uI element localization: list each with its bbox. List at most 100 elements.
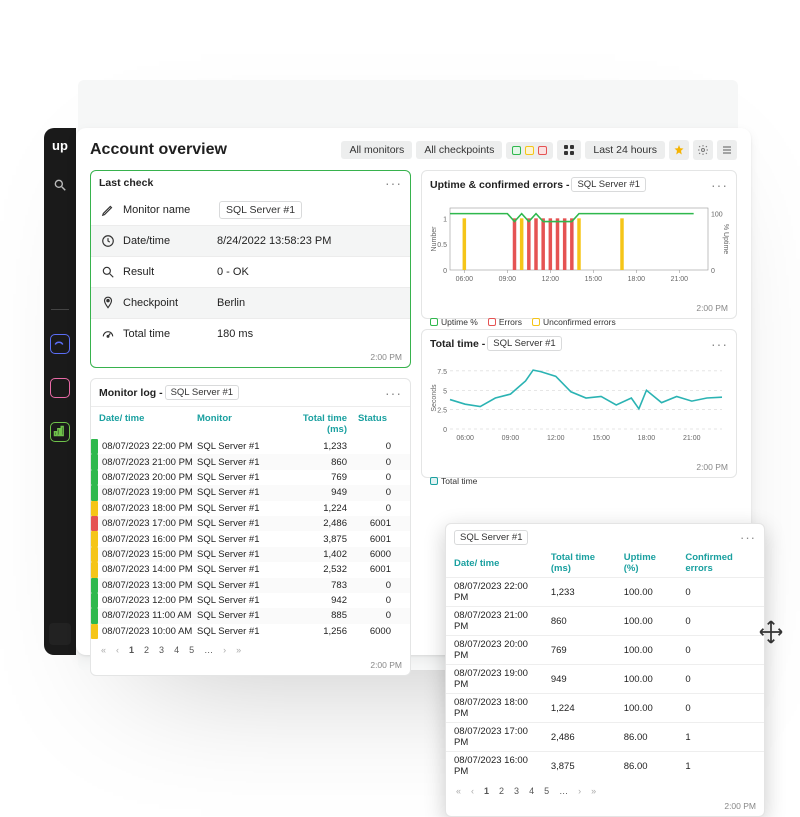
table-row[interactable]: 08/07/2023 12:00 PMSQL Server #19420 <box>91 593 410 608</box>
pager-item[interactable]: › <box>221 645 228 655</box>
table-row[interactable]: 08/07/2023 22:00 PMSQL Server #11,2330 <box>91 439 410 454</box>
card-menu-icon[interactable]: ··· <box>711 340 728 348</box>
card-menu-icon[interactable]: ··· <box>385 179 402 187</box>
monitor-log-card: Monitor log - SQL Server #1 ··· Date/ ti… <box>90 378 411 676</box>
pager-item[interactable]: 3 <box>512 786 521 796</box>
data-popup-panel[interactable]: SQL Server #1 ··· Date/ time Total time … <box>445 523 765 817</box>
chart-legend: Total time <box>422 472 736 500</box>
field-value: Berlin <box>217 297 245 309</box>
pager-item[interactable]: « <box>99 645 108 655</box>
table-row[interactable]: 08/07/2023 10:00 AMSQL Server #11,256600… <box>91 624 410 639</box>
table-row[interactable]: 08/07/2023 15:00 PMSQL Server #11,402600… <box>91 547 410 562</box>
table-row: Monitor name SQL Server #1 <box>91 195 410 225</box>
uptime-chart-card: Uptime & confirmed errors - SQL Server #… <box>421 170 737 319</box>
table-row[interactable]: 08/07/2023 22:00 PM1,233100.000 <box>446 578 764 607</box>
pager-item[interactable]: 1 <box>482 786 491 796</box>
svg-text:21:00: 21:00 <box>683 435 701 442</box>
column-header[interactable]: Monitor <box>197 413 285 435</box>
column-header[interactable]: Uptime (%) <box>616 549 678 578</box>
pager-item[interactable]: 4 <box>172 645 181 655</box>
pager-item[interactable]: 4 <box>527 786 536 796</box>
table-row[interactable]: 08/07/2023 21:00 PM860100.000 <box>446 607 764 636</box>
field-value: 0 - OK <box>217 266 249 278</box>
pager-item[interactable]: 3 <box>157 645 166 655</box>
sidebar-nav-1[interactable] <box>50 334 70 354</box>
table-row[interactable]: 08/07/2023 16:00 PM3,87586.001 <box>446 752 764 781</box>
monitor-tag[interactable]: SQL Server #1 <box>487 336 561 351</box>
table-row[interactable]: 08/07/2023 20:00 PMSQL Server #17690 <box>91 470 410 485</box>
svg-text:0: 0 <box>711 268 715 275</box>
svg-text:18:00: 18:00 <box>628 276 646 283</box>
table-row[interactable]: 08/07/2023 21:00 PMSQL Server #18600 <box>91 454 410 469</box>
svg-text:0.5: 0.5 <box>437 242 447 249</box>
table-row[interactable]: 08/07/2023 17:00 PMSQL Server #12,486600… <box>91 516 410 531</box>
last-check-card: Last check ··· Monitor name SQL Server #… <box>90 170 411 368</box>
card-title: Last check <box>99 177 153 189</box>
pager-item[interactable]: 1 <box>127 645 136 655</box>
table-row[interactable]: 08/07/2023 14:00 PMSQL Server #12,532600… <box>91 562 410 577</box>
monitor-tag[interactable]: SQL Server #1 <box>571 177 645 192</box>
monitor-tag[interactable]: SQL Server #1 <box>454 530 528 545</box>
pager-item[interactable]: ‹ <box>469 786 476 796</box>
card-menu-icon[interactable]: ··· <box>740 534 756 542</box>
clock-icon <box>101 234 123 248</box>
favorite-button[interactable] <box>669 140 689 160</box>
monitor-log-header: Date/ time Monitor Total time (ms) Statu… <box>91 406 410 439</box>
table-row[interactable]: 08/07/2023 19:00 PM949100.000 <box>446 665 764 694</box>
column-header[interactable]: Total time (ms) <box>285 413 347 435</box>
sidebar: up <box>44 128 76 655</box>
table-row[interactable]: 08/07/2023 18:00 PM1,224100.000 <box>446 694 764 723</box>
column-header[interactable]: Status <box>347 413 393 435</box>
pager-item[interactable]: » <box>589 786 598 796</box>
pager-item[interactable]: ‹ <box>114 645 121 655</box>
field-value: 8/24/2022 13:58:23 PM <box>217 235 331 247</box>
sidebar-nav-3[interactable] <box>50 422 70 442</box>
table-row[interactable]: 08/07/2023 11:00 AMSQL Server #18850 <box>91 608 410 623</box>
menu-button[interactable] <box>717 140 737 160</box>
layout-grid-toggle[interactable] <box>557 140 581 160</box>
column-header[interactable]: Date/ time <box>446 549 543 578</box>
status-bar <box>91 439 98 454</box>
table-row[interactable]: 08/07/2023 13:00 PMSQL Server #17830 <box>91 578 410 593</box>
search-icon[interactable] <box>52 177 68 193</box>
column-header[interactable]: Total time (ms) <box>543 549 616 578</box>
pager-item[interactable]: › <box>576 786 583 796</box>
pager-item[interactable]: 2 <box>497 786 506 796</box>
filter-monitors[interactable]: All monitors <box>341 141 412 159</box>
pager-item[interactable]: « <box>454 786 463 796</box>
field-value: 180 ms <box>217 328 253 340</box>
card-timestamp: 2:00 PM <box>370 352 402 362</box>
pager-item[interactable]: 5 <box>542 786 551 796</box>
sidebar-nav-2[interactable] <box>50 378 70 398</box>
card-menu-icon[interactable]: ··· <box>385 389 402 397</box>
table-row[interactable]: 08/07/2023 20:00 PM769100.000 <box>446 636 764 665</box>
gauge-icon <box>101 327 123 341</box>
table-row: Total time 180 ms <box>91 318 410 349</box>
column-header[interactable]: Confirmed errors <box>677 549 764 578</box>
status-bar <box>91 608 98 623</box>
table-row[interactable]: 08/07/2023 17:00 PM2,48686.001 <box>446 723 764 752</box>
settings-button[interactable] <box>693 140 713 160</box>
pager-item[interactable]: 2 <box>142 645 151 655</box>
table-row[interactable]: 08/07/2023 18:00 PMSQL Server #11,2240 <box>91 501 410 516</box>
monitor-tag[interactable]: SQL Server #1 <box>165 385 239 400</box>
pager-item[interactable]: » <box>234 645 243 655</box>
column-header[interactable]: Date/ time <box>99 413 197 435</box>
card-title: Monitor log - <box>99 387 163 399</box>
table-row[interactable]: 08/07/2023 16:00 PMSQL Server #13,875600… <box>91 531 410 546</box>
status-color-filter[interactable] <box>506 142 553 159</box>
pager-item[interactable]: … <box>557 786 570 796</box>
time-range-picker[interactable]: Last 24 hours <box>585 141 665 159</box>
sidebar-bottom-item[interactable] <box>49 623 71 645</box>
pager-item[interactable]: 5 <box>187 645 196 655</box>
filter-checkpoints[interactable]: All checkpoints <box>416 141 502 159</box>
search-icon <box>101 265 123 279</box>
svg-text:% Uptime: % Uptime <box>722 224 729 254</box>
table-row[interactable]: 08/07/2023 19:00 PMSQL Server #19490 <box>91 485 410 500</box>
svg-text:15:00: 15:00 <box>585 276 603 283</box>
card-menu-icon[interactable]: ··· <box>711 181 728 189</box>
pin-icon <box>101 296 123 310</box>
brand-logo: up <box>52 138 68 153</box>
status-bar <box>91 516 98 531</box>
pager-item[interactable]: … <box>202 645 215 655</box>
